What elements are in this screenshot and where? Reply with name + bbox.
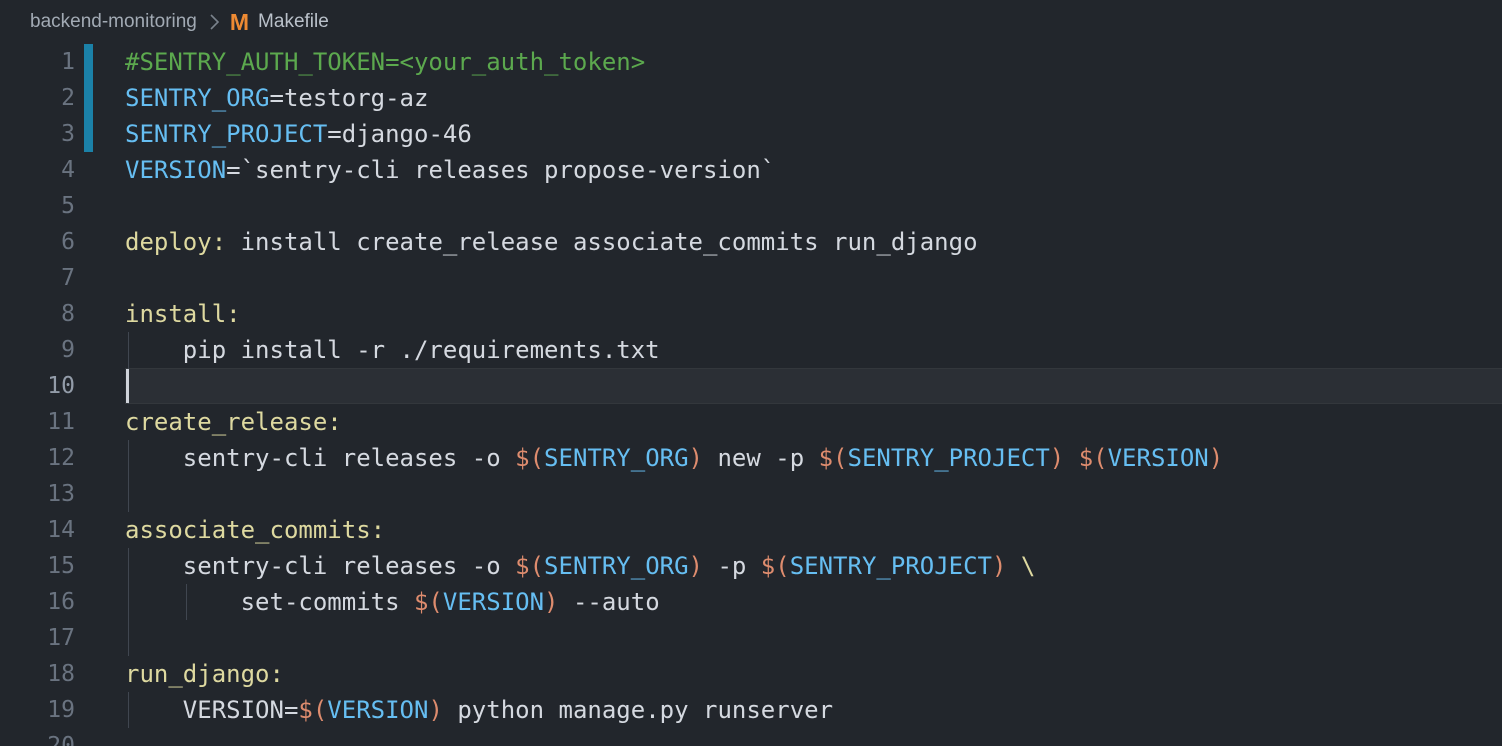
code-text: create_release: bbox=[125, 404, 342, 440]
line-number[interactable]: 4 bbox=[0, 152, 75, 188]
line-number[interactable]: 16 bbox=[0, 584, 75, 620]
code-line-5[interactable]: 5 bbox=[0, 188, 1502, 224]
code-line-8[interactable]: 8 install: bbox=[0, 296, 1502, 332]
code-line-4[interactable]: 4 VERSION=`sentry-cli releases propose-ve… bbox=[0, 152, 1502, 188]
line-number[interactable]: 2 bbox=[0, 80, 75, 116]
code-text: run_django: bbox=[125, 656, 284, 692]
code-line-2[interactable]: 2 SENTRY_ORG=testorg-az bbox=[0, 80, 1502, 116]
line-number[interactable]: 7 bbox=[0, 260, 75, 296]
code-line-13[interactable]: 13 bbox=[0, 476, 1502, 512]
line-number[interactable]: 10 bbox=[0, 368, 75, 404]
line-number[interactable]: 6 bbox=[0, 224, 75, 260]
line-number[interactable]: 11 bbox=[0, 404, 75, 440]
line-number[interactable]: 9 bbox=[0, 332, 75, 368]
code-text: VERSION=`sentry-cli releases propose-ver… bbox=[125, 152, 775, 188]
makefile-icon: M bbox=[230, 9, 249, 36]
line-number[interactable]: 14 bbox=[0, 512, 75, 548]
code-text: sentry-cli releases -o $(SENTRY_ORG) new… bbox=[125, 440, 1223, 476]
code-line-7[interactable]: 7 bbox=[0, 260, 1502, 296]
code-text: set-commits $(VERSION) --auto bbox=[125, 584, 660, 620]
line-number[interactable]: 17 bbox=[0, 620, 75, 656]
indent-guide bbox=[128, 476, 129, 512]
code-text: associate_commits: bbox=[125, 512, 385, 548]
code-line-1[interactable]: 1 #SENTRY_AUTH_TOKEN=<your_auth_token> bbox=[0, 44, 1502, 80]
code-text: #SENTRY_AUTH_TOKEN=<your_auth_token> bbox=[125, 44, 645, 80]
line-number[interactable]: 19 bbox=[0, 692, 75, 728]
current-line-highlight bbox=[125, 368, 1502, 404]
code-text: deploy: install create_release associate… bbox=[125, 224, 978, 260]
code-text: install: bbox=[125, 296, 241, 332]
code-text: SENTRY_PROJECT=django-46 bbox=[125, 116, 472, 152]
code-line-17[interactable]: 17 bbox=[0, 620, 1502, 656]
line-number[interactable]: 13 bbox=[0, 476, 75, 512]
line-number[interactable]: 18 bbox=[0, 656, 75, 692]
code-text: VERSION=$(VERSION) python manage.py runs… bbox=[125, 692, 833, 728]
line-number[interactable]: 8 bbox=[0, 296, 75, 332]
code-text: sentry-cli releases -o $(SENTRY_ORG) -p … bbox=[125, 548, 1035, 584]
git-modified-indicator[interactable] bbox=[84, 44, 93, 80]
code-line-15[interactable]: 15 sentry-cli releases -o $(SENTRY_ORG) … bbox=[0, 548, 1502, 584]
line-number[interactable]: 20 bbox=[0, 728, 75, 746]
code-text: pip install -r ./requirements.txt bbox=[125, 332, 660, 368]
breadcrumb-folder[interactable]: backend-monitoring bbox=[30, 11, 197, 33]
line-number[interactable]: 5 bbox=[0, 188, 75, 224]
git-modified-indicator[interactable] bbox=[84, 80, 93, 116]
breadcrumb: backend-monitoring M Makefile bbox=[0, 0, 1502, 44]
line-number[interactable]: 12 bbox=[0, 440, 75, 476]
line-number[interactable]: 1 bbox=[0, 44, 75, 80]
breadcrumb-file-label: Makefile bbox=[258, 11, 329, 33]
code-line-10[interactable]: 10 bbox=[0, 368, 1502, 404]
code-line-3[interactable]: 3 SENTRY_PROJECT=django-46 bbox=[0, 116, 1502, 152]
code-line-18[interactable]: 18 run_django: bbox=[0, 656, 1502, 692]
code-line-16[interactable]: 16 set-commits $(VERSION) --auto bbox=[0, 584, 1502, 620]
code-line-14[interactable]: 14 associate_commits: bbox=[0, 512, 1502, 548]
code-line-12[interactable]: 12 sentry-cli releases -o $(SENTRY_ORG) … bbox=[0, 440, 1502, 476]
line-number[interactable]: 15 bbox=[0, 548, 75, 584]
indent-guide bbox=[128, 620, 129, 656]
code-line-6[interactable]: 6 deploy: install create_release associat… bbox=[0, 224, 1502, 260]
code-line-11[interactable]: 11 create_release: bbox=[0, 404, 1502, 440]
git-modified-indicator[interactable] bbox=[84, 116, 93, 152]
breadcrumb-file[interactable]: M Makefile bbox=[230, 9, 329, 36]
code-text: SENTRY_ORG=testorg-az bbox=[125, 80, 428, 116]
text-cursor bbox=[126, 369, 129, 403]
code-editor[interactable]: 1 #SENTRY_AUTH_TOKEN=<your_auth_token> 2 SE… bbox=[0, 44, 1502, 746]
code-line-19[interactable]: 19 VERSION=$(VERSION) python manage.py r… bbox=[0, 692, 1502, 728]
code-line-9[interactable]: 9 pip install -r ./requirements.txt bbox=[0, 332, 1502, 368]
chevron-right-icon bbox=[209, 13, 220, 31]
line-number[interactable]: 3 bbox=[0, 116, 75, 152]
code-line-20[interactable]: 20 bbox=[0, 728, 1502, 746]
